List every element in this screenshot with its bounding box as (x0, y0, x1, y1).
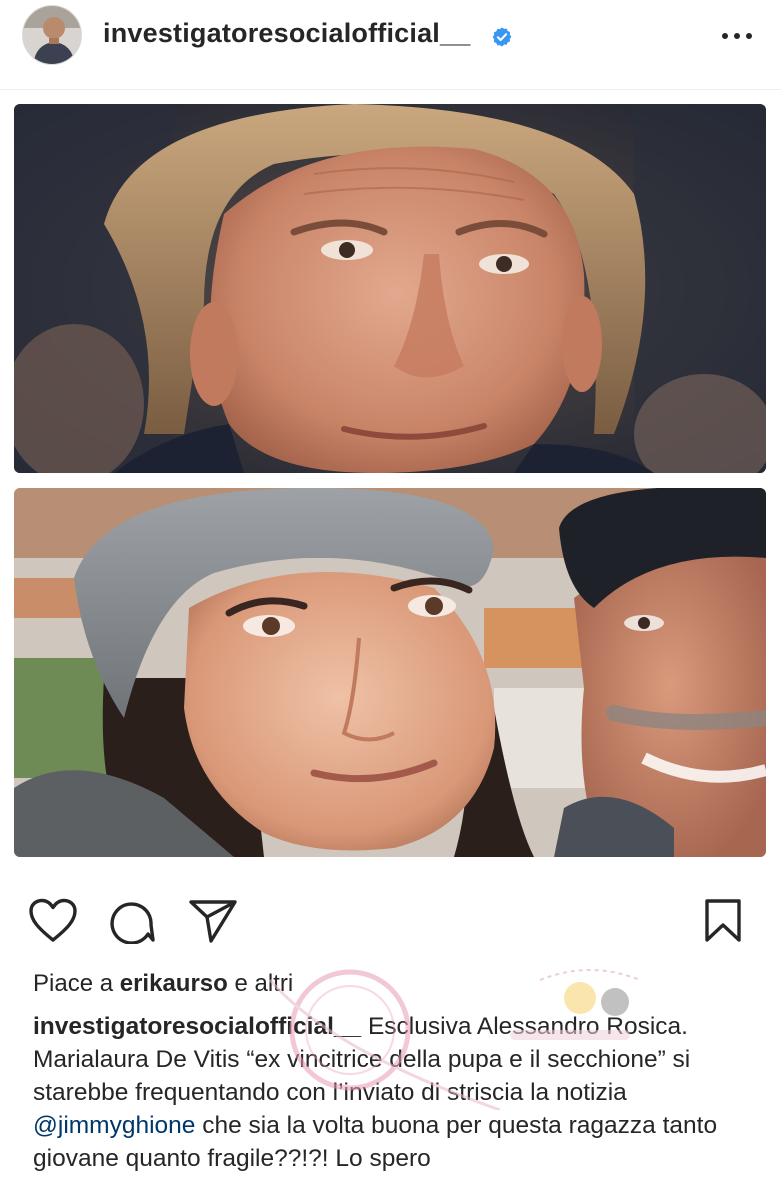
post-username[interactable]: investigatoresocialofficial__ (103, 18, 470, 49)
caption-username[interactable]: investigatoresocialofficial__ (33, 1013, 361, 1040)
likes-user-link[interactable]: erikaurso (120, 970, 228, 997)
caption-mention-link[interactable]: @jimmyghione (33, 1112, 195, 1139)
likes-suffix: e altri (234, 970, 294, 997)
post-caption: investigatoresocialofficial__ Esclusiva … (33, 1010, 753, 1175)
likes-summary: Piace a erikaurso e altri (33, 970, 293, 998)
comment-icon[interactable] (108, 898, 156, 944)
post-header: investigatoresocialofficial__ (0, 0, 781, 80)
bookmark-icon[interactable] (703, 898, 743, 944)
post-action-bar (0, 890, 781, 950)
profile-avatar[interactable] (22, 5, 82, 65)
likes-prefix: Piace a (33, 970, 114, 997)
heart-icon[interactable] (28, 898, 78, 944)
paper-plane-icon[interactable] (188, 898, 238, 944)
header-divider (0, 89, 781, 90)
post-photo-woman-and-man-selfie[interactable] (14, 488, 766, 857)
verified-badge-icon (492, 27, 512, 47)
more-horizontal-icon[interactable] (717, 18, 757, 48)
post-photo-man-portrait[interactable] (14, 104, 766, 473)
